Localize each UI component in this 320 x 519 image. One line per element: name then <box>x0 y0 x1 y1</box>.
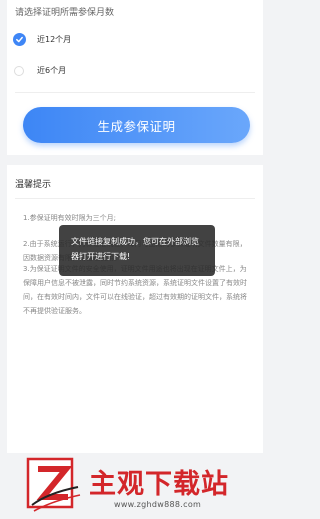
option-12-months[interactable]: 近12个月 <box>13 33 71 46</box>
radio-circle-icon <box>14 65 24 76</box>
watermark-logo-icon <box>26 457 81 512</box>
divider <box>15 92 255 93</box>
check-circle-icon <box>13 33 26 46</box>
option-6-months[interactable]: 近6个月 <box>13 65 66 76</box>
tips-title: 温馨提示 <box>15 180 52 190</box>
option-label: 近6个月 <box>37 66 67 75</box>
tip-item: 1.参保证明有效时限为三个月; <box>23 214 117 222</box>
generate-certificate-button[interactable]: 生成参保证明 <box>23 107 250 143</box>
option-label: 近12个月 <box>37 35 72 44</box>
toast-message: 文件链接复制成功，您可在外部浏览器打开进行下载! <box>59 225 215 276</box>
divider <box>15 198 255 199</box>
watermark: 主观下载站 www.zghdw888.com <box>26 457 266 517</box>
watermark-url: www.zghdw888.com <box>114 500 202 509</box>
months-title: 请选择证明所需参保月数 <box>15 8 115 18</box>
watermark-text: 主观下载站 <box>89 469 229 500</box>
